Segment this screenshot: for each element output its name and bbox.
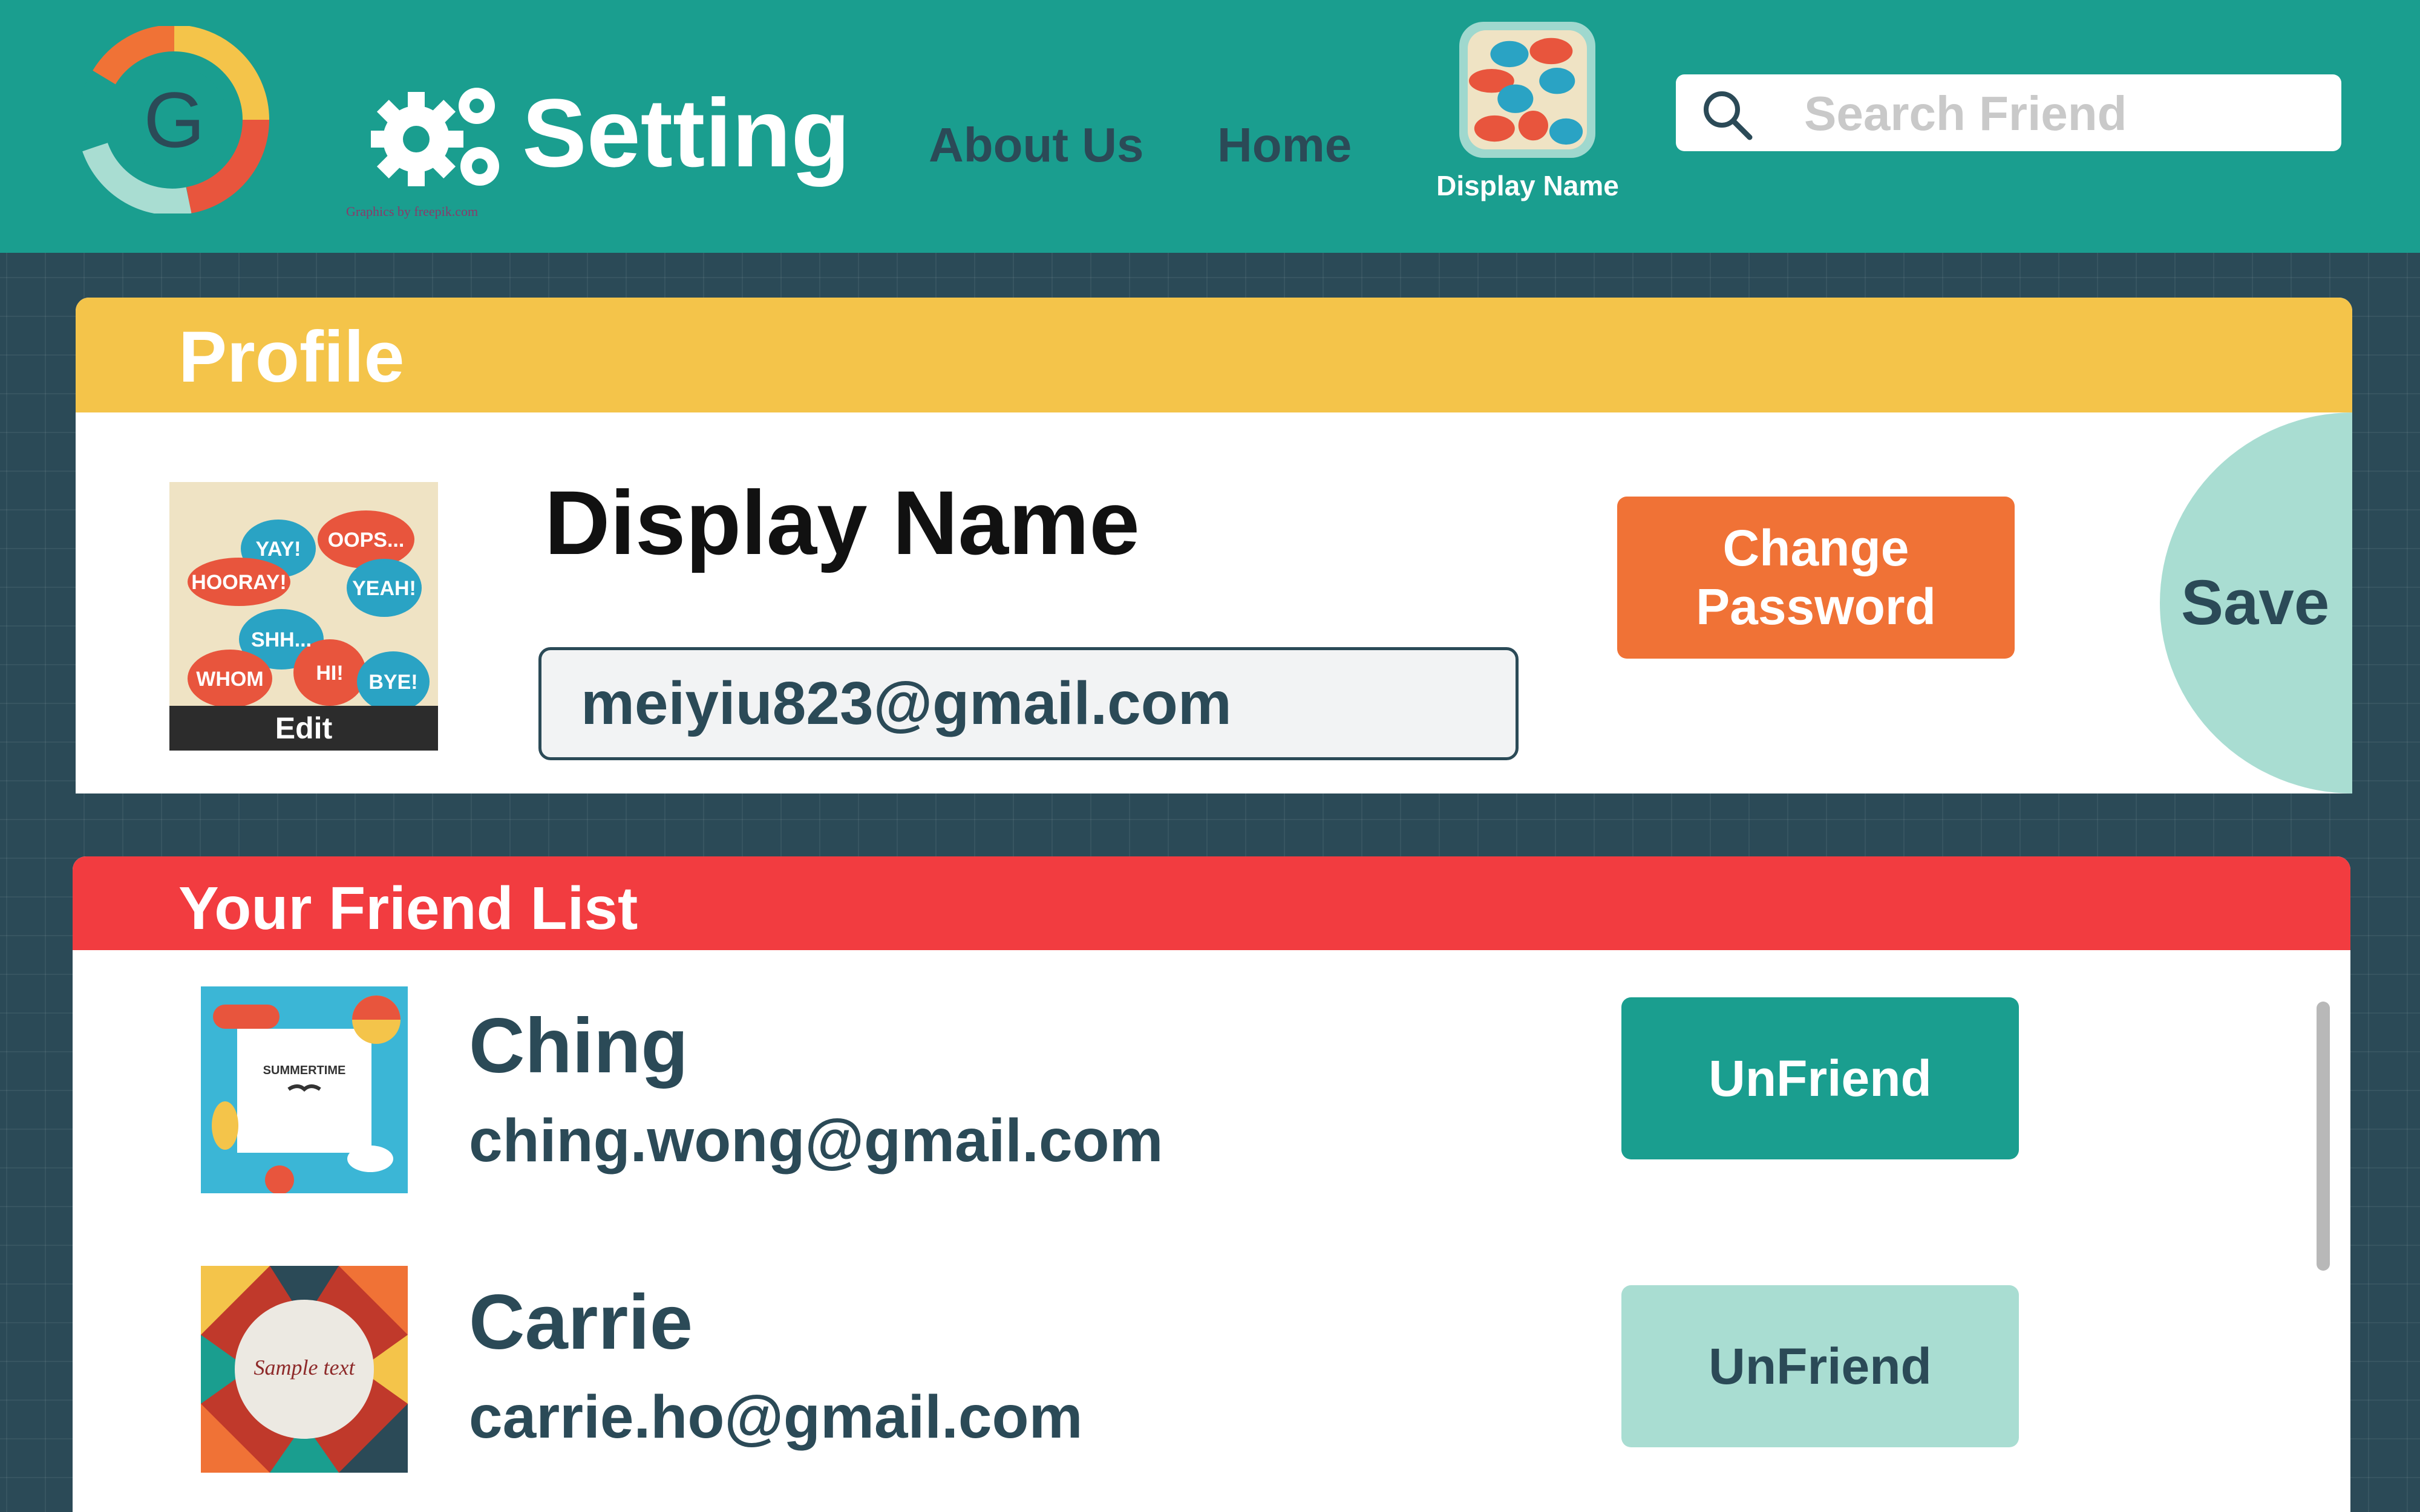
friend-name: Carrie: [469, 1279, 693, 1366]
svg-text:OOPS...: OOPS...: [328, 529, 405, 552]
friend-list-scrollbar[interactable]: [2317, 1002, 2330, 1271]
email-field[interactable]: [538, 647, 1519, 760]
svg-text:BYE!: BYE!: [368, 671, 417, 694]
friend-avatar[interactable]: SUMMERTIME: [201, 986, 408, 1193]
svg-text:HI!: HI!: [316, 662, 343, 685]
header-display-name[interactable]: Display Name: [1428, 169, 1627, 202]
friend-email: carrie.ho@gmail.com: [469, 1383, 1083, 1451]
svg-text:WHOM: WHOM: [196, 668, 263, 691]
credit-caption: Graphics by freepik.com: [346, 204, 479, 219]
speech-bubbles-image: [1468, 30, 1587, 149]
friend-email: ching.wong@gmail.com: [469, 1107, 1163, 1175]
friend-row: SUMMERTIME Ching ching.wong@gmail.com Un…: [73, 974, 2299, 1228]
nav-about-us[interactable]: About Us: [929, 121, 1144, 169]
profile-avatar[interactable]: YAY! OOPS... HOORAY! YEAH! SHH... WHOM H…: [169, 482, 438, 751]
display-name: Display Name: [544, 472, 1140, 573]
save-button-label[interactable]: Save: [2181, 571, 2329, 634]
friend-avatar[interactable]: Sample text: [201, 1266, 408, 1473]
profile-header: Profile: [76, 298, 2352, 412]
friend-list-header: Your Friend List: [73, 856, 2350, 950]
page-title: Setting: [522, 79, 851, 187]
app-logo[interactable]: G: [68, 26, 281, 213]
svg-text:HOORAY!: HOORAY!: [191, 571, 286, 594]
friend-list-card: Your Friend List SUMMERTIME Ching ching.…: [73, 856, 2350, 1512]
profile-card: Profile YAY! OOPS... HOORAY! YEAH! SHH..…: [76, 298, 2352, 793]
app-header: G Setting Graphics by freepik.com About …: [0, 0, 2420, 253]
svg-text:YAY!: YAY!: [256, 538, 301, 561]
svg-text:YEAH!: YEAH!: [352, 577, 416, 600]
friend-row: Sample text Carrie carrie.ho@gmail.com U…: [73, 1251, 2299, 1505]
search-friend-input[interactable]: [1803, 80, 2326, 146]
profile-section-title: Profile: [178, 316, 405, 397]
unfriend-button[interactable]: UnFriend: [1621, 1285, 2019, 1447]
mosaic-avatar-image: Sample text: [201, 1266, 408, 1473]
search-icon[interactable]: [1700, 88, 1754, 142]
friend-list-title: Your Friend List: [178, 875, 638, 942]
gears-icon: [371, 88, 499, 186]
svg-text:Sample text: Sample text: [254, 1355, 356, 1380]
summer-avatar-image: SUMMERTIME: [201, 986, 408, 1193]
svg-text:SHH...: SHH...: [251, 628, 312, 651]
change-password-button[interactable]: Change Password: [1617, 497, 2015, 659]
svg-text:SUMMERTIME: SUMMERTIME: [263, 1064, 346, 1077]
header-user-avatar[interactable]: [1459, 22, 1595, 158]
unfriend-button[interactable]: UnFriend: [1621, 997, 2019, 1159]
friend-name: Ching: [469, 1003, 688, 1089]
edit-avatar-button[interactable]: Edit: [169, 706, 438, 751]
svg-text:G: G: [143, 76, 204, 164]
search-box[interactable]: [1676, 74, 2341, 151]
nav-home[interactable]: Home: [1217, 121, 1352, 169]
